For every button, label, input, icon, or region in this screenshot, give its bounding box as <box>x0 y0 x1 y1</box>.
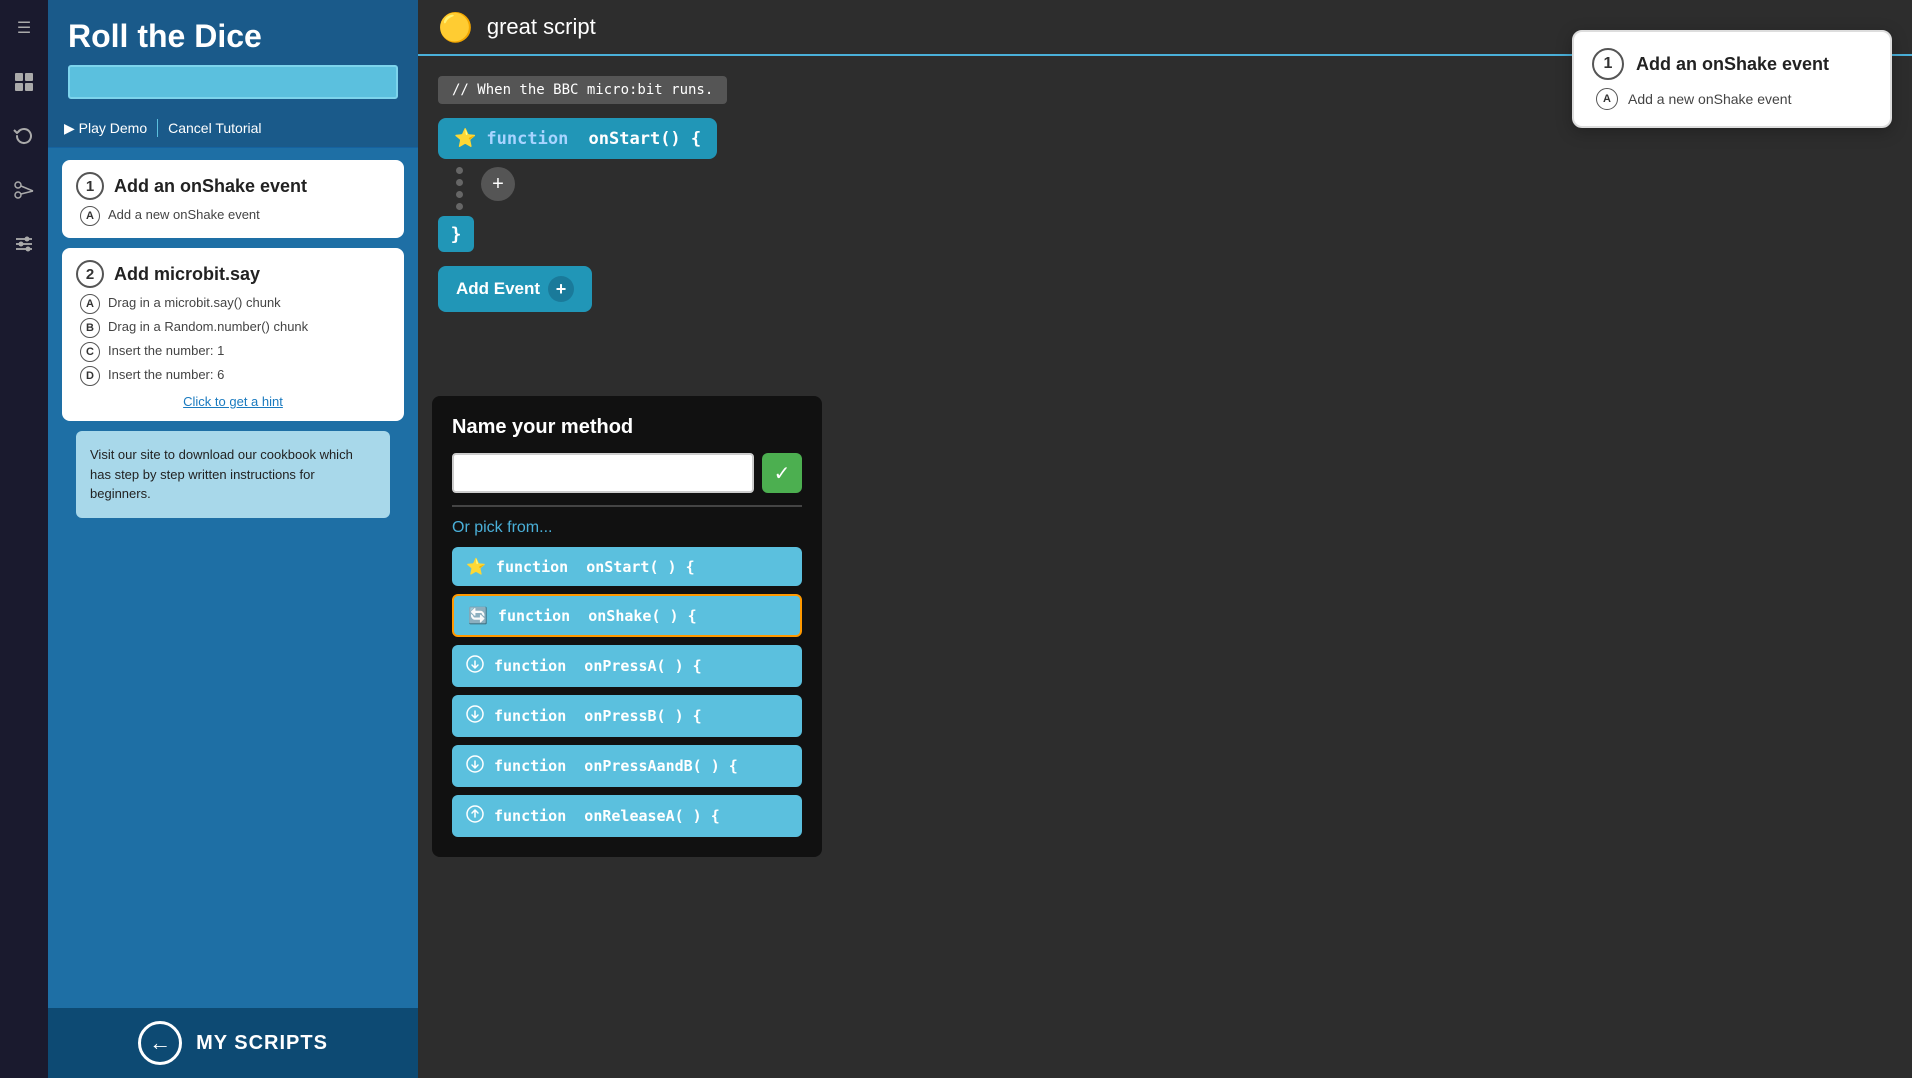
info-box-text: Visit our site to download our cookbook … <box>90 445 376 504</box>
function-keyword: function <box>486 129 568 149</box>
method-option-text-onpressa: function onPressA( ) { <box>494 657 702 675</box>
tooltip-sub-label: A <box>1596 88 1618 110</box>
method-option-onstart[interactable]: ⭐ function onStart( ) { <box>452 547 802 586</box>
method-option-text-onstart: function onStart( ) { <box>496 558 695 576</box>
step-2-subtext-a: Drag in a microbit.say() chunk <box>108 294 281 312</box>
method-option-onshake[interactable]: 🔄 function onShake( ) { <box>452 594 802 637</box>
scissors-icon[interactable] <box>6 172 42 208</box>
method-option-onpressaandb[interactable]: function onPressAandB( ) { <box>452 745 802 787</box>
method-options-list: ⭐ function onStart( ) { 🔄 function onSha… <box>452 547 802 837</box>
method-checkmark-icon: ✓ <box>774 461 791 486</box>
step-1-sublabel-a: A <box>80 206 100 226</box>
method-option-icon-onshake: 🔄 <box>468 606 488 625</box>
dot-1 <box>456 167 463 174</box>
add-event-label: Add Event <box>456 279 540 299</box>
tooltip-card: 1 Add an onShake event A Add a new onSha… <box>1572 30 1892 128</box>
my-scripts-label: MY SCRIPTS <box>196 1032 328 1055</box>
script-name: great script <box>487 14 596 40</box>
step-2-card: 2 Add microbit.say A Drag in a microbit.… <box>62 248 404 421</box>
sidebar: Roll the Dice ▶ Play Demo Cancel Tutoria… <box>48 0 418 1078</box>
main-content: 🟡 great script // When the BBC micro:bit… <box>418 0 1912 1078</box>
method-modal-title: Name your method <box>452 416 802 439</box>
tooltip-title: Add an onShake event <box>1636 54 1829 75</box>
closing-brace: } <box>438 216 474 252</box>
step-2-sublabel-a: A <box>80 294 100 314</box>
step-1-substep-a: A Add a new onShake event <box>80 206 390 226</box>
code-area: // When the BBC micro:bit runs. ⭐ functi… <box>418 56 1912 1078</box>
method-modal: Name your method ✓ Or pick from... ⭐ fun… <box>432 396 822 857</box>
hint-link[interactable]: Click to get a hint <box>76 394 390 409</box>
sidebar-header: Roll the Dice <box>48 0 418 109</box>
method-option-text-onreleasea: function onReleaseA( ) { <box>494 807 720 825</box>
menu-icon[interactable]: ☰ <box>6 10 42 46</box>
step-1-title: Add an onShake event <box>114 176 307 197</box>
method-name-input[interactable] <box>452 453 754 493</box>
method-option-icon-onpressa <box>466 655 484 677</box>
my-scripts-back-icon: ← <box>138 1021 182 1065</box>
sliders-icon[interactable] <box>6 226 42 262</box>
add-inner-button[interactable]: + <box>481 167 515 201</box>
method-option-icon-onpressaandb <box>466 755 484 777</box>
cancel-tutorial-button[interactable]: Cancel Tutorial <box>168 120 261 136</box>
step-2-substep-d: D Insert the number: 6 <box>80 366 390 386</box>
method-option-icon-onstart: ⭐ <box>466 557 486 576</box>
step-2-header: 2 Add microbit.say <box>76 260 390 288</box>
add-event-button[interactable]: Add Event + <box>438 266 592 312</box>
tooltip-sub: A Add a new onShake event <box>1596 88 1872 110</box>
tooltip-header: 1 Add an onShake event <box>1592 48 1872 80</box>
function-start-block: ⭐ function onStart() { <box>438 118 717 159</box>
step-2-subtext-d: Insert the number: 6 <box>108 366 224 384</box>
step-1-subtext-a: Add a new onShake event <box>108 206 260 224</box>
step-2-number: 2 <box>76 260 104 288</box>
dot-2 <box>456 179 463 186</box>
method-option-text-onshake: function onShake( ) { <box>498 607 697 625</box>
script-icon: 🟡 <box>438 11 473 44</box>
blocks-icon[interactable] <box>6 64 42 100</box>
sidebar-controls: ▶ Play Demo Cancel Tutorial <box>48 109 418 148</box>
step-2-title: Add microbit.say <box>114 264 260 285</box>
step-1-header: 1 Add an onShake event <box>76 172 390 200</box>
or-pick-label: Or pick from... <box>452 519 802 537</box>
dot-4 <box>456 203 463 210</box>
method-input-row: ✓ <box>452 453 802 493</box>
step-2-sublabel-d: D <box>80 366 100 386</box>
icon-bar: ☰ <box>0 0 48 1078</box>
code-comment: // When the BBC micro:bit runs. <box>438 76 727 104</box>
tutorial-steps: 1 Add an onShake event A Add a new onSha… <box>48 148 418 1008</box>
play-demo-button[interactable]: ▶ Play Demo <box>64 120 147 137</box>
step-1-card: 1 Add an onShake event A Add a new onSha… <box>62 160 404 238</box>
tooltip-number: 1 <box>1592 48 1624 80</box>
my-scripts-footer[interactable]: ← MY SCRIPTS <box>48 1008 418 1078</box>
function-name: onStart() { <box>578 129 701 149</box>
method-option-text-onpressb: function onPressB( ) { <box>494 707 702 725</box>
refresh-icon[interactable] <box>6 118 42 154</box>
step-1-number: 1 <box>76 172 104 200</box>
sidebar-search-input[interactable] <box>68 65 398 99</box>
method-divider <box>452 505 802 507</box>
step-2-sublabel-b: B <box>80 318 100 338</box>
info-box: Visit our site to download our cookbook … <box>76 431 390 518</box>
method-option-onreleasea[interactable]: function onReleaseA( ) { <box>452 795 802 837</box>
dot-3 <box>456 191 463 198</box>
step-2-subtext-b: Drag in a Random.number() chunk <box>108 318 308 336</box>
step-2-subtext-c: Insert the number: 1 <box>108 342 224 360</box>
tooltip-sub-text: Add a new onShake event <box>1628 91 1791 107</box>
method-option-icon-onreleasea <box>466 805 484 827</box>
sidebar-title: Roll the Dice <box>68 18 398 55</box>
block-dots <box>456 167 463 210</box>
method-confirm-button[interactable]: ✓ <box>762 453 802 493</box>
method-option-onpressb[interactable]: function onPressB( ) { <box>452 695 802 737</box>
method-option-onpressa[interactable]: function onPressA( ) { <box>452 645 802 687</box>
method-option-icon-onpressb <box>466 705 484 727</box>
step-2-substep-a: A Drag in a microbit.say() chunk <box>80 294 390 314</box>
step-2-sublabel-c: C <box>80 342 100 362</box>
add-event-plus-icon: + <box>548 276 574 302</box>
step-2-substep-b: B Drag in a Random.number() chunk <box>80 318 390 338</box>
controls-divider <box>157 119 158 137</box>
method-option-text-onpressaandb: function onPressAandB( ) { <box>494 757 738 775</box>
step-2-substep-c: C Insert the number: 1 <box>80 342 390 362</box>
function-star-icon: ⭐ <box>454 128 476 149</box>
